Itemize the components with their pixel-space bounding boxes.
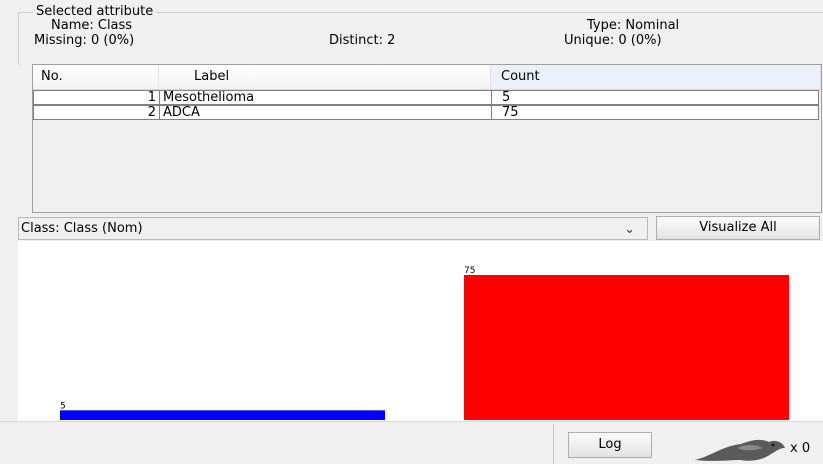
attribute-name: Name: Class: [51, 18, 133, 33]
attribute-values-table: No. Label Count 1 Mesothelioma 5 2 ADCA …: [32, 64, 822, 213]
column-header-label[interactable]: Label: [159, 65, 491, 89]
class-distribution-chart: 5 75: [18, 241, 823, 421]
cell-count: 75: [502, 105, 519, 120]
visualize-all-button[interactable]: Visualize All: [656, 216, 820, 240]
table-row[interactable]: 2 ADCA 75: [33, 105, 819, 120]
column-header-count[interactable]: Count: [491, 65, 821, 89]
class-select-value: Class: Class (Nom): [21, 221, 143, 236]
attribute-unique: Unique: 0 (0%): [564, 33, 662, 48]
cell-label: Mesothelioma: [160, 91, 492, 104]
class-attribute-select[interactable]: Class: Class (Nom) ⌄: [18, 217, 648, 240]
bar-chart: 5 75: [60, 266, 789, 420]
bar-value-label: 75: [464, 266, 475, 276]
log-button[interactable]: Log: [568, 432, 652, 458]
table-header: No. Label Count: [33, 65, 821, 90]
status-divider: [553, 424, 554, 464]
bar-value-label: 5: [60, 401, 66, 411]
attribute-distinct: Distinct: 2: [329, 33, 396, 48]
selected-attribute-panel: Selected attribute Name: Class Missing: …: [18, 4, 823, 65]
status-count: x 0: [790, 441, 811, 456]
attribute-type: Type: Nominal: [587, 18, 680, 33]
cell-no: 2: [34, 106, 160, 119]
cell-count: 5: [502, 90, 511, 105]
table-row[interactable]: 1 Mesothelioma 5: [33, 90, 819, 105]
weka-bird-icon[interactable]: [693, 434, 791, 464]
bar-adca: [464, 275, 789, 420]
bar-mesothelioma: [60, 410, 385, 420]
cell-no: 1: [34, 91, 160, 104]
column-header-no[interactable]: No.: [33, 65, 159, 89]
cell-label: ADCA: [160, 106, 492, 119]
chevron-down-icon[interactable]: ⌄: [624, 218, 635, 241]
status-separator: [0, 421, 823, 422]
attribute-missing: Missing: 0 (0%): [34, 33, 135, 48]
